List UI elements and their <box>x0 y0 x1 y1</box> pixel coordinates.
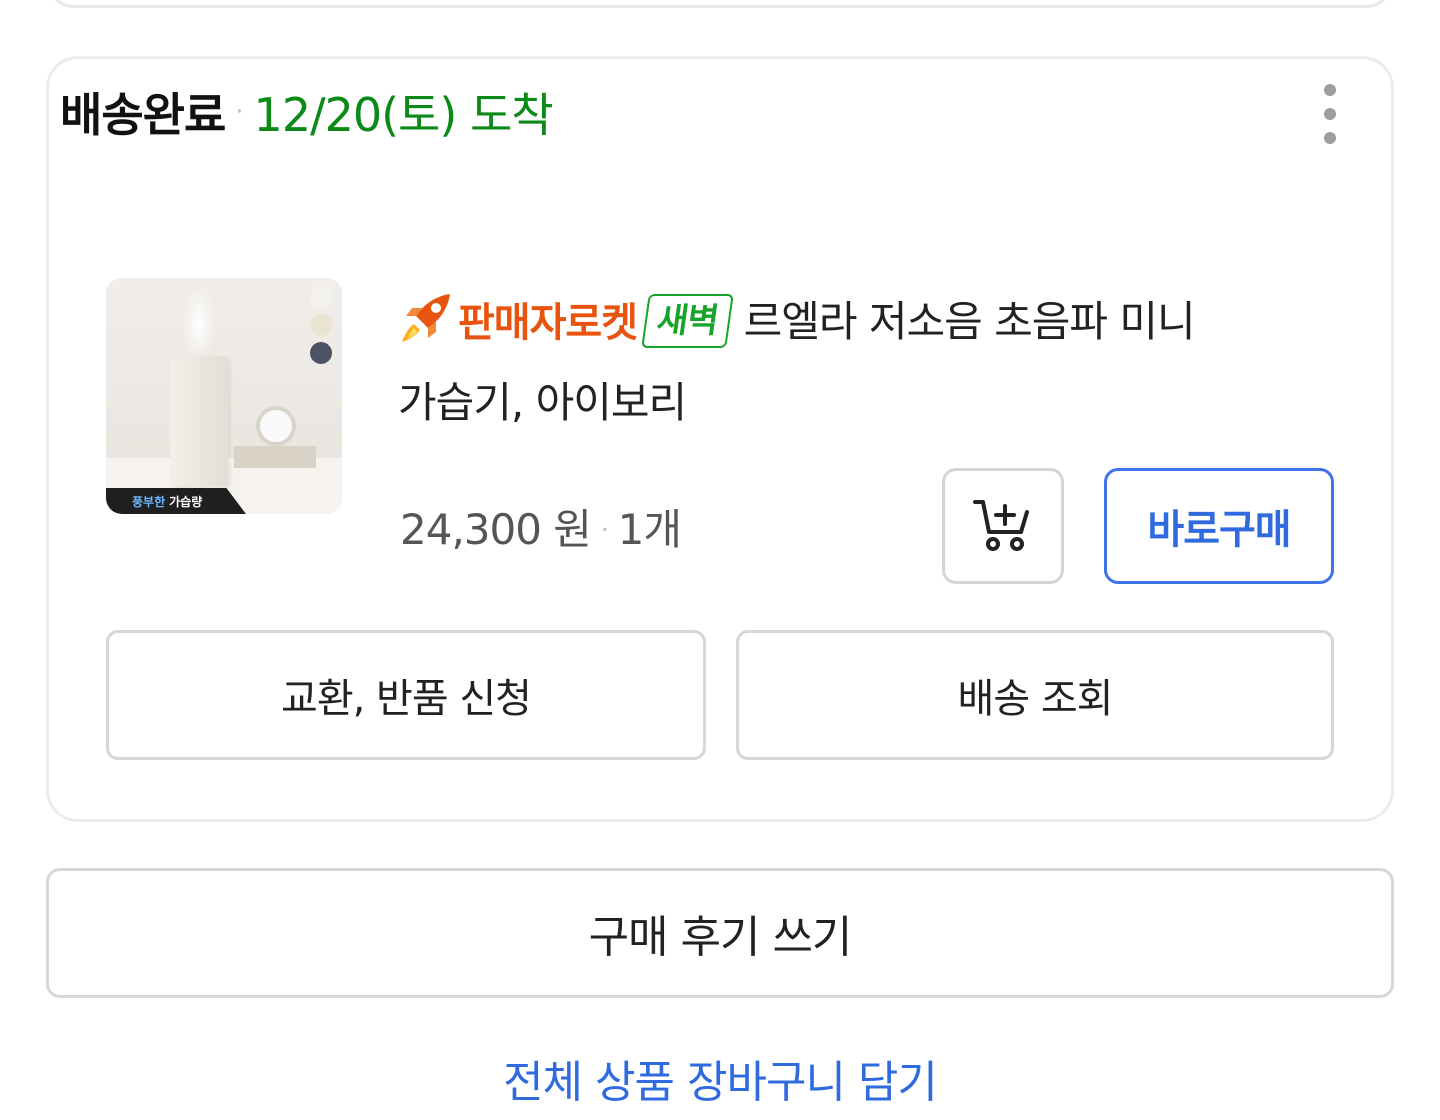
product-price: 24,300 원 <box>400 505 592 554</box>
product-thumbnail[interactable]: 풍부한 가습량 <box>106 278 342 514</box>
color-swatch-beige <box>310 314 332 336</box>
color-swatch-navy <box>310 342 332 364</box>
delivery-status: 배송완료 <box>60 88 226 142</box>
price-row: 24,300 원 · 1개 <box>400 496 682 557</box>
write-review-button[interactable]: 구매 후기 쓰기 <box>46 868 1394 998</box>
buy-now-button[interactable]: 바로구매 <box>1104 468 1334 584</box>
rocket-delivery-label: 판매자로켓 <box>458 300 638 346</box>
add-all-to-cart-link[interactable]: 전체 상품 장바구니 담기 <box>0 1046 1440 1110</box>
price-separator: · <box>600 516 609 544</box>
delivery-status-row: 배송완료 · 12/20(토) 도착 <box>60 82 554 142</box>
more-vertical-icon[interactable] <box>1320 84 1340 144</box>
thumbnail-banner: 풍부한 가습량 <box>106 488 246 514</box>
arrival-date: 12/20(토) 도착 <box>253 88 554 142</box>
track-delivery-button[interactable]: 배송 조회 <box>736 630 1334 760</box>
product-info[interactable]: 판매자로켓 새벽 르엘라 저소음 초음파 미니 가습기, 아이보리 <box>398 282 1338 443</box>
add-to-cart-button[interactable] <box>942 468 1064 584</box>
dawn-delivery-badge: 새벽 <box>641 294 734 348</box>
exchange-return-button[interactable]: 교환, 반품 신청 <box>106 630 706 760</box>
product-name-line2: 가습기, 아이보리 <box>398 378 687 427</box>
cart-plus-icon <box>973 500 1029 551</box>
product-name-line1: 르엘라 저소음 초음파 미니 <box>743 297 1196 346</box>
color-swatch-ivory <box>310 286 332 308</box>
rocket-icon <box>402 294 450 342</box>
status-separator: · <box>235 97 244 127</box>
product-quantity: 1개 <box>617 505 682 554</box>
product-title-line1: 판매자로켓 새벽 르엘라 저소음 초음파 미니 <box>398 282 1338 363</box>
previous-card-edge <box>46 0 1394 8</box>
